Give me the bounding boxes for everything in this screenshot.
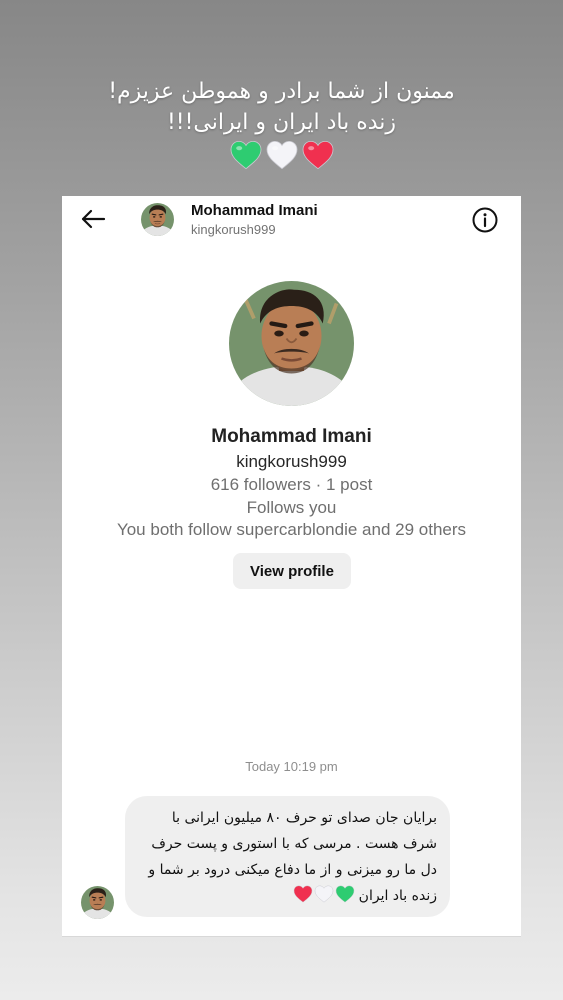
white-heart-icon [314, 885, 334, 912]
header-name[interactable]: Mohammad Imani [191, 202, 318, 219]
info-icon[interactable] [472, 207, 498, 233]
green-heart-icon [229, 140, 263, 174]
header-username: kingkorush999 [191, 222, 276, 237]
caption-hearts [0, 140, 563, 174]
message-timestamp: Today 10:19 pm [245, 759, 338, 774]
view-profile-button[interactable]: View profile [233, 553, 351, 589]
profile-stats: 616 followers · 1 post [210, 475, 373, 494]
dm-thread-card: Mohammad Imani kingkorush999 Mohammad Im… [62, 196, 521, 936]
back-arrow-icon[interactable] [80, 208, 106, 230]
red-heart-icon [301, 140, 335, 174]
follows-you-label: Follows you [246, 498, 337, 517]
mutual-followers-label: You both follow supercarblondie and 29 o… [116, 520, 467, 539]
caption-line-1: ممنون از شما برادر و هموطن عزیزم! [108, 79, 455, 104]
green-heart-icon [335, 885, 355, 912]
white-heart-icon [265, 140, 299, 174]
profile-avatar[interactable] [229, 281, 354, 406]
card-bottom-divider [62, 936, 521, 937]
message-bubble[interactable]: برایان جان صدای تو حرف ۸۰ میلیون ایرانی … [125, 796, 450, 917]
header-avatar[interactable] [141, 203, 174, 236]
profile-username: kingkorush999 [236, 452, 347, 471]
profile-name: Mohammad Imani [211, 426, 372, 447]
caption-line-2: زنده باد ایران و ایرانی!!! [166, 110, 397, 135]
message-sender-avatar[interactable] [81, 886, 114, 919]
message-hearts [293, 885, 355, 912]
red-heart-icon [293, 885, 313, 912]
story-caption: ممنون از شما برادر و هموطن عزیزم! زنده ب… [0, 76, 563, 174]
message-text-block: برایان جان صدای تو حرف ۸۰ میلیون ایرانی … [138, 805, 437, 912]
